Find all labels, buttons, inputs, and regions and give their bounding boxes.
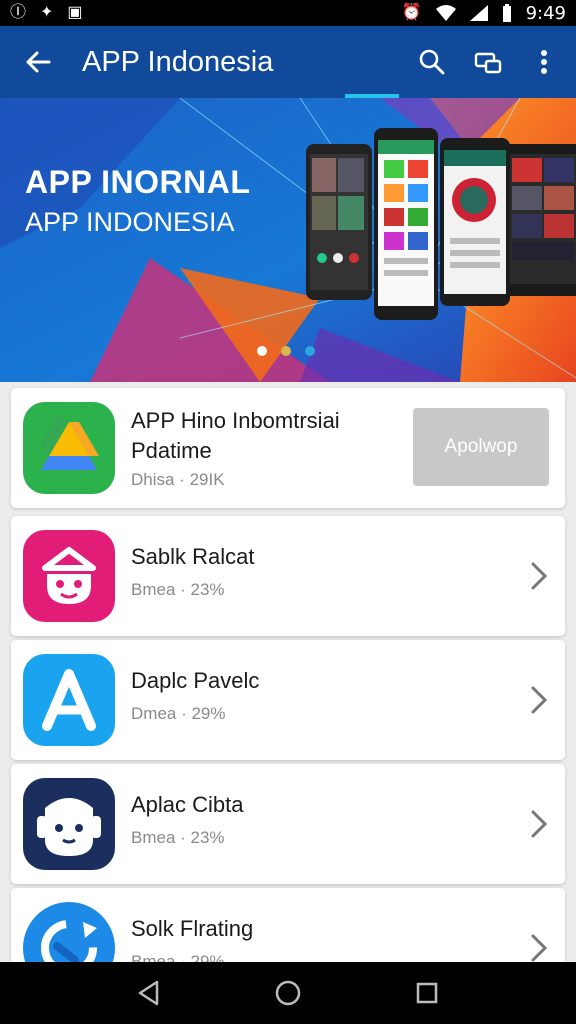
apply-button[interactable]: Apolwop [413,408,549,486]
image-notification-icon: ▣ [67,4,83,21]
more-options-button[interactable] [516,26,572,98]
battery-icon [502,4,511,22]
robot-face-icon [23,778,115,870]
nav-recents-button[interactable] [397,962,457,1024]
letter-a-icon [23,654,115,746]
carousel-indicator [257,346,315,356]
app-name-line2: Pdatime [131,438,212,463]
banner-subtitle: APP INDONESIA [25,207,235,237]
cast-icon [474,52,502,74]
app-name: Sablk Ralcat [131,544,255,569]
app-meta: Dmea · 29% [131,704,226,723]
promo-banner[interactable]: APP INORNAL APP INDONESIA [0,98,576,382]
alarm-icon: ⏰ [401,4,422,21]
app-meta: Bmea · 23% [131,580,225,599]
carousel-dot-active[interactable] [257,346,267,356]
system-nav-bar [0,962,576,1024]
house-face-icon [23,530,115,622]
list-item[interactable]: Daplc Pavelc Dmea · 29% [11,640,565,760]
chevron-right-icon[interactable] [525,804,551,844]
clock-time: 9:49 [525,2,566,24]
search-button[interactable] [404,26,460,98]
notification-icon: Ⓘ [10,4,27,21]
chevron-right-icon[interactable] [525,556,551,596]
list-item[interactable]: Sablk Ralcat Bmea · 23% [11,516,565,636]
app-name: Solk Flrating [131,916,254,941]
nav-home-button[interactable] [258,962,318,1024]
page-title: APP Indonesia [82,45,274,78]
app-notification-icon: ✦ [40,4,54,21]
banner-title: APP INORNAL [25,164,251,200]
status-bar: Ⓘ ✦ ▣ ⏰ 9:49 [0,0,576,26]
app-name: Daplc Pavelc [131,668,260,693]
triangle-back-icon [139,980,159,1006]
drive-icon [23,402,115,494]
carousel-dot[interactable] [281,346,291,356]
search-icon [419,49,445,75]
phone-image-center [374,128,438,320]
signal-icon [469,5,488,21]
app-name: Aplac Cibta [131,792,244,817]
square-recents-icon [416,982,437,1004]
wifi-icon [435,5,456,21]
list-item[interactable]: APP Hino Inbomtrsiai Pdatime Dhisa · 29I… [11,388,565,508]
banner-text: APP INORNAL APP INDONESIA [25,164,250,238]
app-name: APP Hino Inbomtrsiai [131,408,340,433]
more-vert-icon [541,50,547,74]
list-item[interactable]: Aplac Cibta Bmea · 23% [11,764,565,884]
banner-background [0,98,576,382]
carousel-dot[interactable] [305,346,315,356]
arrow-back-icon [26,51,51,73]
app-meta: Dhisa · 29IK [131,470,225,489]
app-meta: Bmea · 23% [131,828,225,847]
nav-back-button[interactable] [119,962,179,1024]
back-button[interactable] [8,26,68,98]
phone-image-left [306,144,372,300]
phone-image-right [440,138,510,306]
circle-home-icon [275,980,301,1006]
app-bar: APP Indonesia [0,26,576,98]
tablet-image [504,144,576,296]
chevron-right-icon[interactable] [525,680,551,720]
cast-button[interactable] [460,26,516,98]
